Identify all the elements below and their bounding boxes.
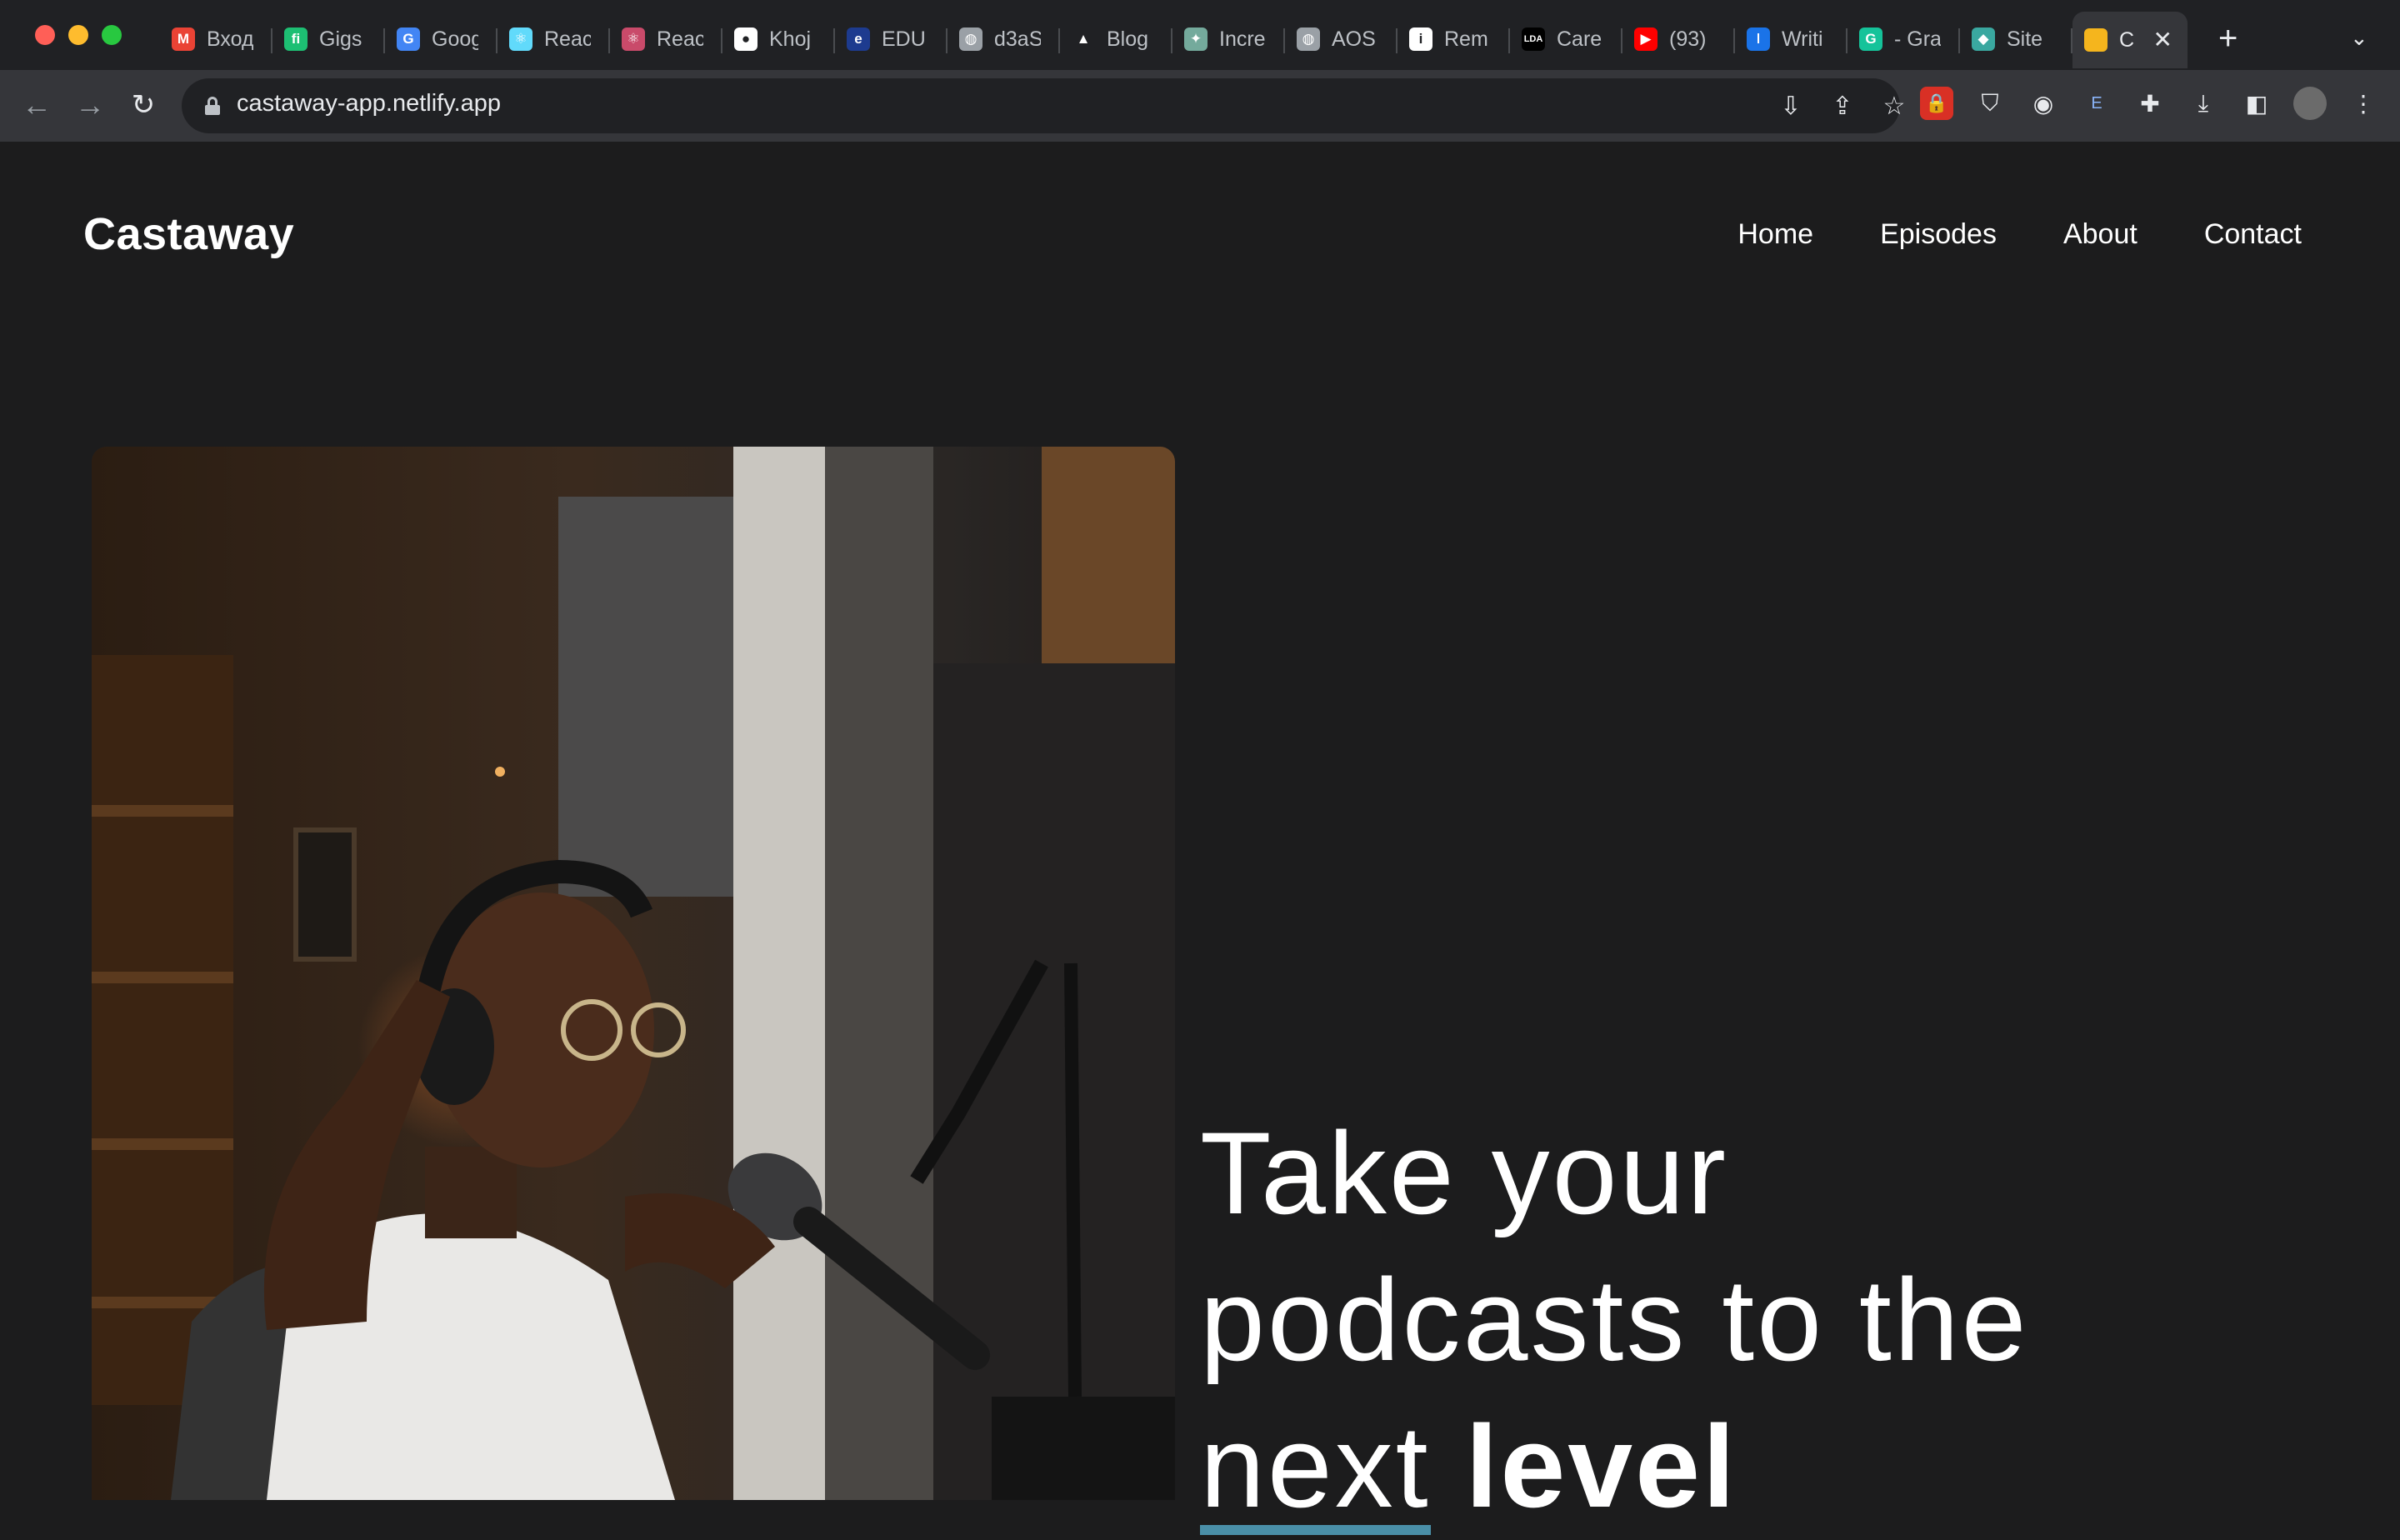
tab-title: Writi bbox=[1782, 27, 1823, 51]
lda-icon: LDA bbox=[1522, 28, 1545, 51]
hero-headline: Take your podcasts to the next level bbox=[1200, 1100, 2283, 1540]
tab-title: Incre bbox=[1219, 27, 1266, 51]
browser-tab[interactable]: ǀ Writi bbox=[1735, 12, 1848, 67]
tab-title: EDU bbox=[882, 27, 926, 51]
browser-tab[interactable]: ⚛ Reac bbox=[610, 12, 722, 67]
browser-tab[interactable]: fi Gigs bbox=[272, 12, 385, 67]
browser-tab[interactable]: M Вход bbox=[160, 12, 272, 67]
edu-icon: e bbox=[847, 28, 870, 51]
castaway-page: Castaway Home Episodes About Contact Tak… bbox=[0, 142, 2400, 1535]
lock-icon[interactable] bbox=[205, 97, 220, 115]
hero-podcaster-image bbox=[92, 447, 1175, 1500]
extension-e-icon[interactable]: E bbox=[2080, 87, 2113, 120]
tab-title: Goog bbox=[432, 27, 478, 51]
tab-title: Blog bbox=[1107, 27, 1149, 51]
github-icon: ● bbox=[734, 28, 758, 51]
adblock-shield-icon[interactable]: ⛉ bbox=[1973, 87, 2007, 120]
headline-underlined-word: next bbox=[1200, 1393, 1431, 1540]
tab-title: (93) bbox=[1669, 27, 1707, 51]
browser-tab[interactable]: LDA Care bbox=[1510, 12, 1622, 67]
browser-tab[interactable]: G - Gra bbox=[1848, 12, 1960, 67]
browser-menu-icon[interactable]: ⋮ bbox=[2347, 87, 2380, 120]
headline-line-2: podcasts to the bbox=[1200, 1254, 2029, 1385]
password-manager-extension-icon[interactable]: 🔒 bbox=[1920, 87, 1953, 120]
browser-tab[interactable]: ⚛ Reac bbox=[498, 12, 610, 67]
castaway-favicon-icon bbox=[2084, 28, 2108, 52]
tab-title: Вход bbox=[207, 27, 253, 51]
gmail-icon: M bbox=[172, 28, 195, 51]
tab-title: Gigs bbox=[319, 27, 362, 51]
browser-tab[interactable]: i Rem bbox=[1398, 12, 1510, 67]
react-icon: ⚛ bbox=[509, 28, 532, 51]
site-logo[interactable]: Castaway bbox=[83, 208, 294, 260]
globe-icon: ◍ bbox=[1297, 28, 1320, 51]
minimize-window-button[interactable] bbox=[68, 25, 88, 45]
nav-home-link[interactable]: Home bbox=[1738, 218, 1813, 251]
address-bar[interactable]: castaway-app.netlify.app ⇩ ⇪ ☆ bbox=[182, 78, 1905, 133]
chatgpt-icon: ✦ bbox=[1184, 28, 1208, 51]
nav-episodes-link[interactable]: Episodes bbox=[1880, 218, 1997, 251]
tab-title: d3aS bbox=[994, 27, 1041, 51]
bookmark-star-icon[interactable]: ☆ bbox=[1878, 90, 1910, 122]
tab-title: Rem bbox=[1444, 27, 1488, 51]
install-app-icon[interactable]: ⇩ bbox=[1775, 90, 1807, 122]
owl-extension-icon[interactable]: ◉ bbox=[2027, 87, 2060, 120]
react-redux-icon: ⚛ bbox=[622, 28, 645, 51]
browser-tab[interactable]: ▶ (93) bbox=[1622, 12, 1735, 67]
extensions-puzzle-icon[interactable]: ✚ bbox=[2133, 87, 2167, 120]
tab-title: - Gra bbox=[1894, 27, 1941, 51]
nav-contact-link[interactable]: Contact bbox=[2204, 218, 2302, 251]
close-tab-icon[interactable]: ✕ bbox=[2153, 28, 2172, 52]
tab-strip: M Вход fi Gigs G Goog ⚛ Reac ⚛ Reac ● Khoj e EDU ◍ d3aS… bbox=[0, 0, 2400, 70]
tab-title: Site bbox=[2007, 27, 2043, 51]
google-translate-icon: G bbox=[397, 28, 420, 51]
grammarly-icon: G bbox=[1859, 28, 1882, 51]
back-button[interactable]: ← bbox=[17, 85, 57, 125]
browser-tab[interactable]: ◆ Site bbox=[1960, 12, 2072, 67]
tab-search-chevron-icon[interactable]: ⌄ bbox=[2350, 25, 2368, 51]
main-nav: Home Episodes About Contact bbox=[1738, 218, 2302, 251]
blog-icon: ▲ bbox=[1072, 28, 1095, 51]
browser-tab[interactable]: ▲ Blog bbox=[1060, 12, 1172, 67]
url-text[interactable]: castaway-app.netlify.app bbox=[237, 90, 501, 118]
browser-tab[interactable]: ✦ Incre bbox=[1172, 12, 1285, 67]
tab-list: M Вход fi Gigs G Goog ⚛ Reac ⚛ Reac ● Khoj e EDU ◍ d3aS… bbox=[160, 12, 2188, 68]
share-icon[interactable]: ⇪ bbox=[1827, 90, 1858, 122]
youtube-icon: ▶ bbox=[1634, 28, 1658, 51]
tab-title: AOS bbox=[1332, 27, 1376, 51]
tab-title: C bbox=[2119, 28, 2135, 52]
maximize-window-button[interactable] bbox=[102, 25, 122, 45]
forward-button[interactable]: → bbox=[70, 85, 110, 125]
downloads-icon[interactable]: ⤓ bbox=[2187, 87, 2220, 120]
headline-line-3: next level bbox=[1200, 1393, 2283, 1540]
writer-icon: ǀ bbox=[1747, 28, 1770, 51]
browser-tab[interactable]: ● Khoj bbox=[722, 12, 835, 67]
fiverr-icon: fi bbox=[284, 28, 308, 51]
browser-tab[interactable]: ◍ d3aS bbox=[948, 12, 1060, 67]
close-window-button[interactable] bbox=[35, 25, 55, 45]
browser-tab[interactable]: G Goog bbox=[385, 12, 498, 67]
globe-icon: ◍ bbox=[959, 28, 982, 51]
nav-about-link[interactable]: About bbox=[2063, 218, 2138, 251]
browser-chrome: M Вход fi Gigs G Goog ⚛ Reac ⚛ Reac ● Khoj e EDU ◍ d3aS… bbox=[0, 0, 2400, 142]
tab-title: Reac bbox=[657, 27, 703, 51]
reload-button[interactable]: ↻ bbox=[123, 85, 163, 125]
profile-avatar[interactable] bbox=[2293, 87, 2327, 120]
tab-title: Care bbox=[1557, 27, 1602, 51]
headline-bold-word: level bbox=[1465, 1401, 1738, 1532]
tab-title: Reac bbox=[544, 27, 591, 51]
browser-tab[interactable]: e EDU bbox=[835, 12, 948, 67]
browser-tab[interactable]: ◍ AOS bbox=[1285, 12, 1398, 67]
info-icon: i bbox=[1409, 28, 1432, 51]
browser-tab-active[interactable]: C ✕ bbox=[2072, 12, 2188, 68]
headline-line-1: Take your bbox=[1200, 1108, 1728, 1238]
tab-title: Khoj bbox=[769, 27, 812, 51]
new-tab-button[interactable]: + bbox=[2218, 22, 2238, 55]
site-icon: ◆ bbox=[1972, 28, 1995, 51]
side-panel-icon[interactable]: ◧ bbox=[2240, 87, 2273, 120]
